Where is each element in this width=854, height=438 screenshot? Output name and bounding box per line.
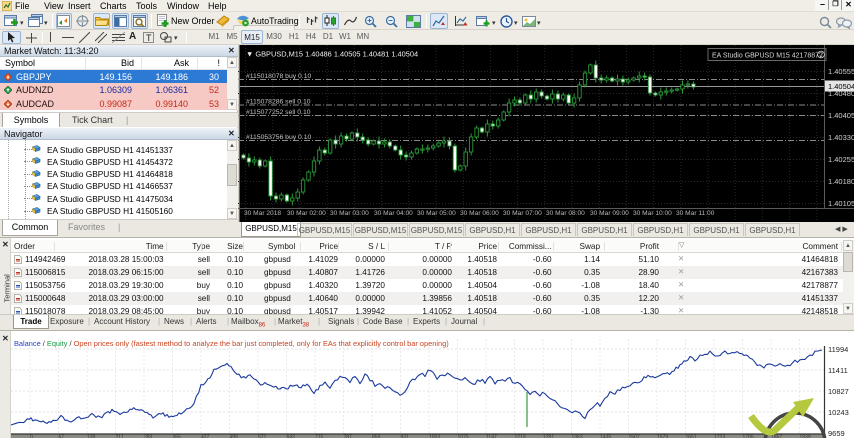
svg-text:30 Mar 05:00: 30 Mar 05:00 [417, 210, 456, 217]
svg-text:30 Mar 10:00: 30 Mar 10:00 [633, 210, 672, 217]
svg-text:30 Mar 04:00: 30 Mar 04:00 [374, 210, 413, 217]
svg-text:#115078286 sell 0.10: #115078286 sell 0.10 [246, 99, 311, 106]
svg-text:1363: 1363 [572, 435, 583, 438]
svg-text:1723: 1723 [714, 435, 725, 438]
svg-text:787: 787 [344, 435, 353, 438]
svg-text:30 Mar 2018: 30 Mar 2018 [244, 210, 281, 217]
svg-text:427: 427 [201, 435, 210, 438]
svg-text:EA Studio GBPUSD M15 42178877: EA Studio GBPUSD M15 42178877 [712, 53, 823, 60]
svg-text:Balance / Equity / Open prices: Balance / Equity / Open prices only (fas… [14, 339, 449, 348]
svg-text:11994: 11994 [828, 345, 848, 354]
svg-text:643: 643 [287, 435, 296, 438]
svg-text:30 Mar 02:00: 30 Mar 02:00 [287, 210, 326, 217]
svg-text:11411: 11411 [828, 366, 848, 375]
svg-text:1147: 1147 [486, 435, 497, 438]
svg-text:1219: 1219 [515, 435, 526, 438]
svg-text:1939: 1939 [800, 435, 811, 438]
svg-text:1.40180: 1.40180 [828, 177, 854, 186]
svg-text:931: 931 [401, 435, 410, 438]
svg-text:715: 715 [315, 435, 324, 438]
svg-text:9659: 9659 [828, 429, 845, 438]
svg-text:10827: 10827 [828, 387, 849, 396]
svg-text:1291: 1291 [543, 435, 554, 438]
svg-text:30 Mar 06:00: 30 Mar 06:00 [460, 210, 499, 217]
svg-text:30 Mar 03:00: 30 Mar 03:00 [330, 210, 369, 217]
svg-text:1075: 1075 [458, 435, 469, 438]
svg-text:1.40255: 1.40255 [828, 155, 854, 164]
svg-text:1.40105: 1.40105 [828, 199, 854, 208]
svg-text:859: 859 [372, 435, 381, 438]
svg-text:30 Mar 11:00: 30 Mar 11:00 [676, 210, 715, 217]
svg-text:▼ GBPUSD,M15 1.40486 1.40505: ▼ GBPUSD,M15 1.40486 1.40505 1.40481 1.4… [246, 50, 418, 59]
svg-text:1.40480: 1.40480 [828, 89, 854, 98]
svg-text:1579: 1579 [657, 435, 668, 438]
svg-text:1651: 1651 [686, 435, 697, 438]
svg-text:499: 499 [230, 435, 239, 438]
svg-text:1.40405: 1.40405 [828, 111, 854, 120]
svg-text:355: 355 [173, 435, 182, 438]
svg-text:283: 283 [144, 435, 153, 438]
svg-text:1003: 1003 [429, 435, 440, 438]
svg-text:211: 211 [116, 435, 124, 438]
svg-text:#115077252 sell 0.10: #115077252 sell 0.10 [246, 109, 311, 116]
svg-text:1.40555: 1.40555 [828, 67, 854, 76]
svg-text:#115053756 buy 0.10: #115053756 buy 0.10 [246, 134, 311, 141]
svg-text:67: 67 [59, 435, 65, 438]
svg-text:139: 139 [87, 435, 96, 438]
svg-text:10243: 10243 [828, 408, 849, 417]
svg-text:1435: 1435 [600, 435, 611, 438]
svg-text:1.40330: 1.40330 [828, 133, 854, 142]
svg-text:1795: 1795 [743, 435, 754, 438]
svg-text:30 Mar 07:00: 30 Mar 07:00 [503, 210, 542, 217]
svg-text:1507: 1507 [629, 435, 640, 438]
svg-text:571: 571 [258, 435, 267, 438]
svg-text:0: 0 [30, 435, 33, 438]
svg-text:#115018078 buy 0.10: #115018078 buy 0.10 [246, 73, 311, 80]
svg-text:30 Mar 08:00: 30 Mar 08:00 [546, 210, 585, 217]
svg-text:30 Mar 09:00: 30 Mar 09:00 [590, 210, 629, 217]
